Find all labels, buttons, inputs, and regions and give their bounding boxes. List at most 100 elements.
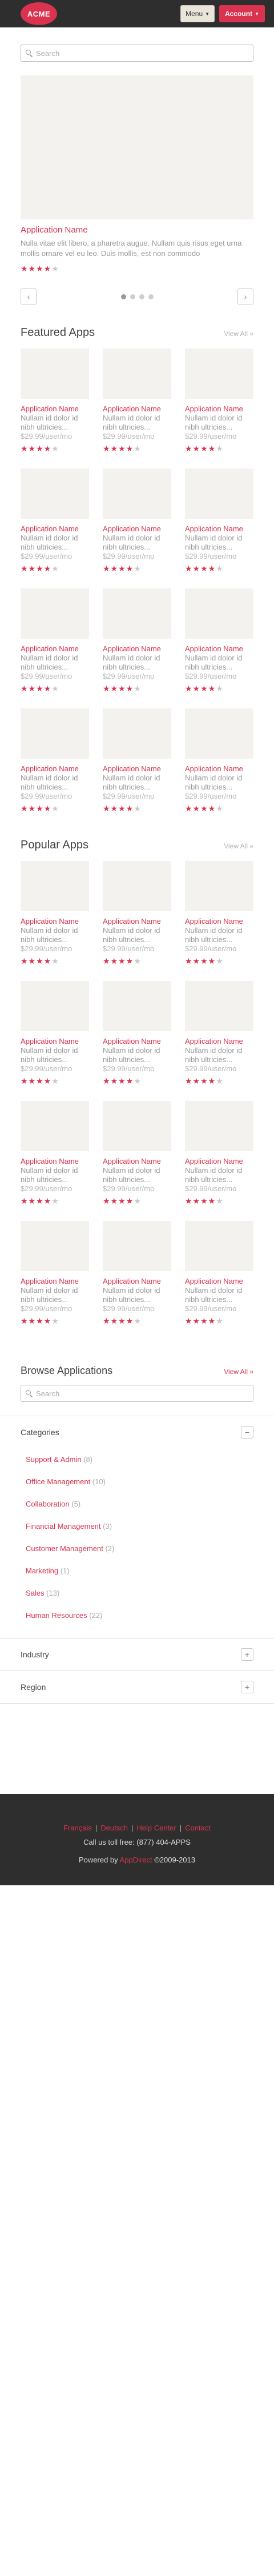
app-card[interactable]: Application Name Nullam id dolor id nibh … (185, 468, 253, 574)
category-link[interactable]: Office Management (10) (26, 1471, 253, 1493)
app-name[interactable]: Application Name (103, 524, 171, 534)
app-card[interactable]: Application Name Nullam id dolor id nibh … (103, 1101, 171, 1206)
app-thumbnail[interactable] (103, 588, 171, 639)
browse-search-input[interactable]: Search (21, 1385, 253, 1402)
expand-icon[interactable]: + (241, 1648, 253, 1661)
category-link[interactable]: Customer Management (2) (26, 1537, 253, 1560)
carousel-dot[interactable] (120, 294, 126, 299)
carousel-dot[interactable] (148, 294, 154, 299)
app-thumbnail[interactable] (21, 1101, 89, 1151)
app-thumbnail[interactable] (185, 981, 253, 1031)
app-name[interactable]: Application Name (21, 644, 89, 654)
app-card[interactable]: Application Name Nullam id dolor id nibh … (185, 588, 253, 694)
search-input[interactable]: Search (21, 45, 253, 62)
app-thumbnail[interactable] (21, 588, 89, 639)
browse-view-all-link[interactable]: View All » (224, 1368, 253, 1376)
app-name[interactable]: Application Name (185, 644, 253, 654)
app-thumbnail[interactable] (185, 588, 253, 639)
app-name[interactable]: Application Name (103, 404, 171, 414)
expand-icon[interactable]: + (241, 1681, 253, 1693)
app-thumbnail[interactable] (21, 981, 89, 1031)
app-name[interactable]: Application Name (103, 1157, 171, 1166)
app-name[interactable]: Application Name (21, 917, 89, 926)
footer-link[interactable]: Contact (185, 1824, 211, 1832)
region-header[interactable]: Region + (0, 1671, 274, 1703)
app-thumbnail[interactable] (103, 861, 171, 911)
app-card[interactable]: Application Name Nullam id dolor id nibh … (185, 861, 253, 966)
app-name[interactable]: Application Name (185, 764, 253, 774)
app-name[interactable]: Application Name (21, 1277, 89, 1286)
app-card[interactable]: Application Name Nullam id dolor id nibh … (103, 981, 171, 1086)
app-thumbnail[interactable] (185, 861, 253, 911)
app-name[interactable]: Application Name (185, 1277, 253, 1286)
app-name[interactable]: Application Name (103, 644, 171, 654)
app-card[interactable]: Application Name Nullam id dolor id nibh … (21, 468, 89, 574)
featured-view-all-link[interactable]: View All » (224, 330, 253, 338)
app-thumbnail[interactable] (103, 1101, 171, 1151)
app-card[interactable]: Application Name Nullam id dolor id nibh … (185, 348, 253, 454)
powered-by-link[interactable]: AppDirect (120, 1856, 152, 1864)
hero-image[interactable] (21, 75, 253, 219)
app-name[interactable]: Application Name (21, 1037, 89, 1046)
app-thumbnail[interactable] (103, 468, 171, 519)
app-thumbnail[interactable] (185, 468, 253, 519)
category-link[interactable]: Sales (13) (26, 1582, 253, 1604)
app-thumbnail[interactable] (21, 348, 89, 399)
category-link[interactable]: Marketing (1) (26, 1560, 253, 1582)
app-thumbnail[interactable] (103, 1221, 171, 1271)
category-link[interactable]: Financial Management (3) (26, 1515, 253, 1537)
app-name[interactable]: Application Name (185, 404, 253, 414)
app-card[interactable]: Application Name Nullam id dolor id nibh … (21, 1221, 89, 1326)
popular-view-all-link[interactable]: View All » (224, 842, 253, 850)
app-name[interactable]: Application Name (21, 764, 89, 774)
carousel-dot[interactable] (130, 294, 135, 299)
account-button[interactable]: Account ▼ (219, 5, 265, 22)
app-name[interactable]: Application Name (185, 524, 253, 534)
app-card[interactable]: Application Name Nullam id dolor id nibh … (103, 348, 171, 454)
footer-link[interactable]: Deutsch (100, 1824, 128, 1832)
app-name[interactable]: Application Name (21, 524, 89, 534)
app-name[interactable]: Application Name (185, 1157, 253, 1166)
app-thumbnail[interactable] (103, 348, 171, 399)
app-name[interactable]: Application Name (103, 764, 171, 774)
menu-button[interactable]: Menu ▼ (180, 5, 215, 22)
app-card[interactable]: Application Name Nullam id dolor id nibh … (21, 981, 89, 1086)
chevron-left-icon[interactable]: ‹ (21, 289, 37, 305)
app-card[interactable]: Application Name Nullam id dolor id nibh … (21, 708, 89, 814)
category-link[interactable]: Collaboration (5) (26, 1493, 253, 1515)
app-name[interactable]: Application Name (185, 917, 253, 926)
app-card[interactable]: Application Name Nullam id dolor id nibh … (103, 708, 171, 814)
app-thumbnail[interactable] (185, 1221, 253, 1271)
app-name[interactable]: Application Name (103, 1277, 171, 1286)
app-card[interactable]: Application Name Nullam id dolor id nibh … (185, 981, 253, 1086)
acme-logo[interactable]: ACME (21, 2, 57, 25)
footer-link[interactable]: Français (63, 1824, 92, 1832)
app-name[interactable]: Application Name (21, 404, 89, 414)
app-thumbnail[interactable] (185, 348, 253, 399)
app-card[interactable]: Application Name Nullam id dolor id nibh … (21, 588, 89, 694)
app-name[interactable]: Application Name (103, 1037, 171, 1046)
app-thumbnail[interactable] (185, 1101, 253, 1151)
app-card[interactable]: Application Name Nullam id dolor id nibh … (103, 861, 171, 966)
app-thumbnail[interactable] (21, 1221, 89, 1271)
app-name[interactable]: Application Name (103, 917, 171, 926)
app-card[interactable]: Application Name Nullam id dolor id nibh … (185, 1101, 253, 1206)
app-card[interactable]: Application Name Nullam id dolor id nibh … (103, 588, 171, 694)
categories-header[interactable]: Categories − (0, 1416, 274, 1448)
app-thumbnail[interactable] (21, 708, 89, 759)
chevron-right-icon[interactable]: › (237, 289, 253, 305)
app-card[interactable]: Application Name Nullam id dolor id nibh … (103, 468, 171, 574)
collapse-icon[interactable]: − (241, 1426, 253, 1439)
app-thumbnail[interactable] (103, 981, 171, 1031)
category-link[interactable]: Human Resources (22) (26, 1604, 253, 1626)
app-card[interactable]: Application Name Nullam id dolor id nibh … (21, 861, 89, 966)
app-card[interactable]: Application Name Nullam id dolor id nibh … (21, 1101, 89, 1206)
category-link[interactable]: Support & Admin (8) (26, 1448, 253, 1471)
carousel-dot[interactable] (139, 294, 144, 299)
app-name[interactable]: Application Name (21, 1157, 89, 1166)
app-card[interactable]: Application Name Nullam id dolor id nibh … (21, 348, 89, 454)
app-thumbnail[interactable] (21, 468, 89, 519)
app-thumbnail[interactable] (185, 708, 253, 759)
app-card[interactable]: Application Name Nullam id dolor id nibh … (185, 1221, 253, 1326)
footer-link[interactable]: Help Center (136, 1824, 176, 1832)
